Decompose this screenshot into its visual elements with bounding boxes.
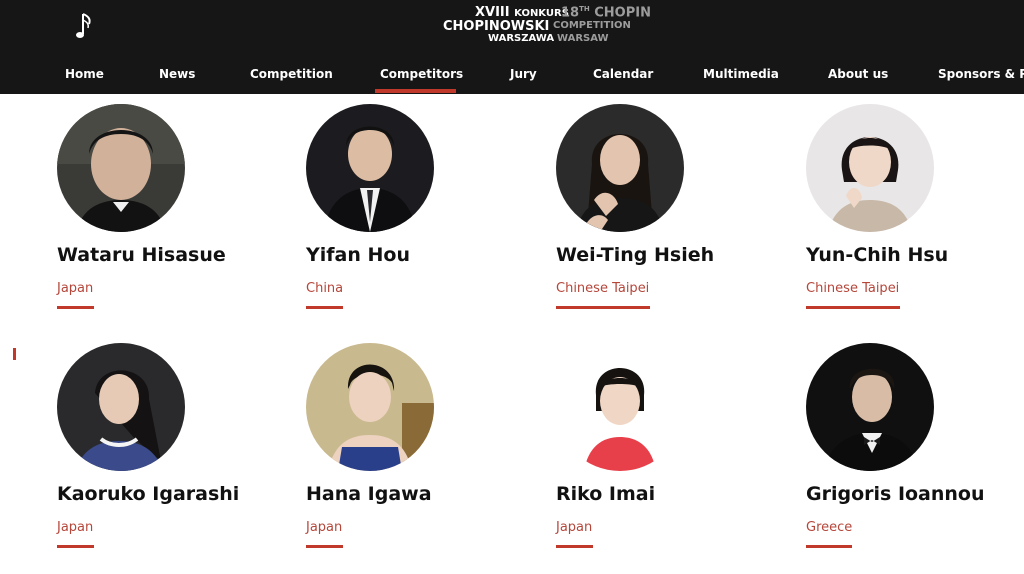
competitor-name[interactable]: Kaoruko Igarashi: [57, 483, 239, 505]
competitor-photo[interactable]: [806, 343, 934, 471]
competitor-card[interactable]: Wei-Ting Hsieh Chinese Taipei: [556, 104, 776, 324]
competitor-name[interactable]: Hana Igawa: [306, 483, 432, 505]
nav-competition[interactable]: Competition: [250, 67, 333, 83]
competitor-country[interactable]: Japan: [57, 520, 93, 535]
scroll-marker: [13, 348, 16, 360]
competition-logo[interactable]: XVIII KONKURS CHOPINOWSKI WARSZAWA 18TH …: [443, 5, 653, 47]
competitor-country[interactable]: China: [306, 281, 343, 296]
logo-konkurs-line2: CHOPINOWSKI: [443, 19, 550, 34]
card-underline: [306, 545, 343, 548]
competitor-photo[interactable]: [57, 104, 185, 232]
site-header: XVIII KONKURS CHOPINOWSKI WARSZAWA 18TH …: [0, 0, 1024, 94]
logo-competition-line3: WARSAW: [557, 33, 609, 44]
competitor-photo[interactable]: [556, 104, 684, 232]
competitor-country[interactable]: Japan: [57, 281, 93, 296]
nav-home[interactable]: Home: [65, 67, 104, 83]
competitor-photo[interactable]: [556, 343, 684, 471]
card-underline: [806, 306, 900, 309]
competitor-photo[interactable]: [57, 343, 185, 471]
music-note-icon[interactable]: [74, 10, 98, 42]
competitor-country[interactable]: Japan: [556, 520, 592, 535]
competitor-name[interactable]: Wataru Hisasue: [57, 244, 226, 266]
competitor-country[interactable]: Chinese Taipei: [806, 281, 899, 296]
logo-konkurs-line3: WARSZAWA: [488, 33, 555, 44]
competitor-name[interactable]: Wei-Ting Hsieh: [556, 244, 714, 266]
competitor-name[interactable]: Riko Imai: [556, 483, 655, 505]
nav-jury[interactable]: Jury: [510, 67, 537, 83]
competitor-card[interactable]: Hana Igawa Japan: [306, 343, 526, 563]
competitor-card[interactable]: Yifan Hou China: [306, 104, 526, 324]
nav-competitors[interactable]: Competitors: [380, 67, 463, 83]
logo-competition-line2: COMPETITION: [553, 20, 631, 31]
competitor-name[interactable]: Grigoris Ioannou: [806, 483, 985, 505]
competitor-photo[interactable]: [306, 104, 434, 232]
competitor-photo[interactable]: [306, 343, 434, 471]
nav-calendar[interactable]: Calendar: [593, 67, 653, 83]
nav-multimedia[interactable]: Multimedia: [703, 67, 779, 83]
nav-active-indicator: [375, 89, 456, 93]
competitor-card[interactable]: Wataru Hisasue Japan: [57, 104, 277, 324]
card-underline: [556, 545, 593, 548]
logo-konkurs-line1: XVIII KONKURS: [475, 5, 569, 20]
logo-competition-line1: 18TH CHOPIN: [561, 5, 651, 21]
competitor-card[interactable]: Riko Imai Japan: [556, 343, 776, 563]
nav-news[interactable]: News: [159, 67, 195, 83]
competitor-card[interactable]: Grigoris Ioannou Greece: [806, 343, 1024, 563]
card-underline: [57, 306, 94, 309]
competitor-country[interactable]: Japan: [306, 520, 342, 535]
competitor-country[interactable]: Greece: [806, 520, 852, 535]
competitor-photo[interactable]: [806, 104, 934, 232]
competitor-name[interactable]: Yun-Chih Hsu: [806, 244, 948, 266]
competitor-country[interactable]: Chinese Taipei: [556, 281, 649, 296]
competitor-card[interactable]: Yun-Chih Hsu Chinese Taipei: [806, 104, 1024, 324]
card-underline: [556, 306, 650, 309]
nav-sponsors[interactable]: Sponsors & Par: [938, 67, 1024, 83]
card-underline: [57, 545, 94, 548]
competitor-card[interactable]: Kaoruko Igarashi Japan: [57, 343, 277, 563]
competitor-name[interactable]: Yifan Hou: [306, 244, 410, 266]
card-underline: [806, 545, 852, 548]
nav-about-us[interactable]: About us: [828, 67, 888, 83]
card-underline: [306, 306, 343, 309]
